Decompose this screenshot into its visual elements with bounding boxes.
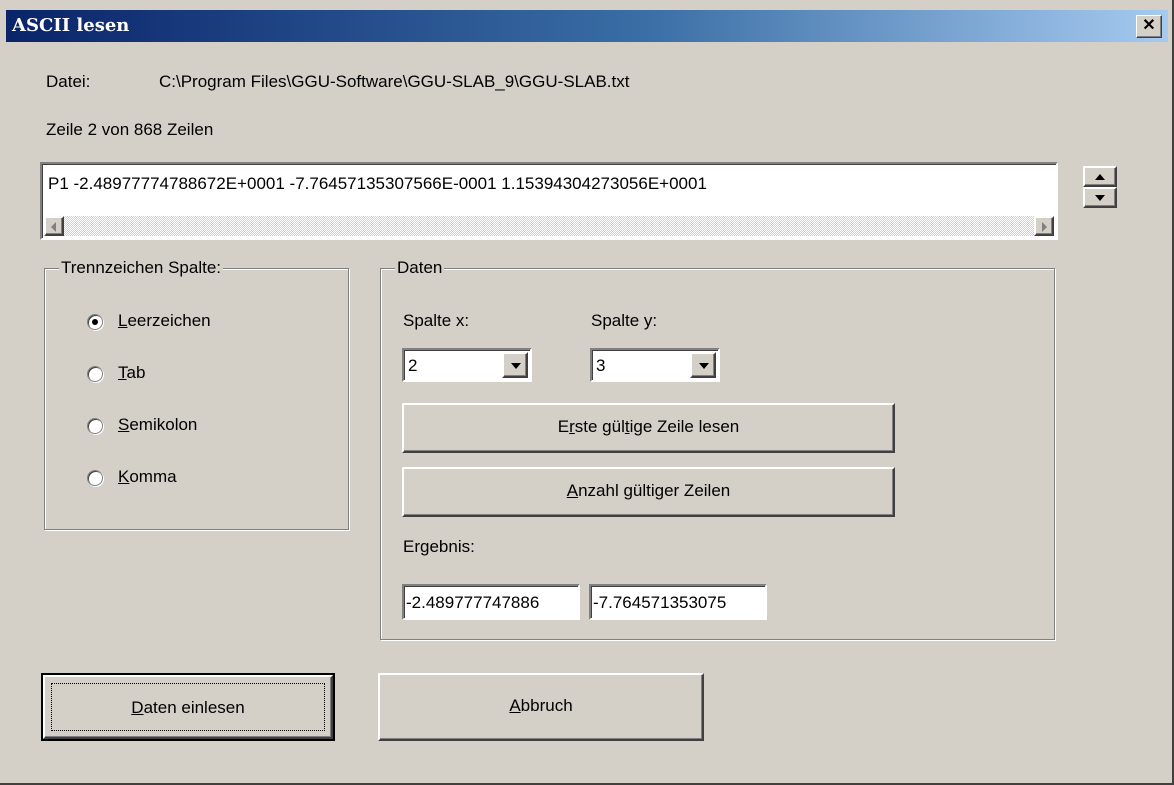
file-label: Datei: — [46, 72, 91, 91]
line-preview-text: P1 -2.48977774788672E+0001 -7.7645713530… — [48, 174, 707, 193]
column-y-label: Spalte y: — [591, 311, 658, 330]
line-info: Zeile 2 von 868 Zeilen — [46, 120, 214, 139]
cancel-button[interactable]: Abbruch — [378, 673, 704, 741]
data-group: Daten Spalte x: Spalte y: 2 3 Erste gült… — [380, 258, 1055, 640]
chevron-down-icon — [511, 363, 521, 369]
horizontal-scrollbar[interactable] — [44, 216, 1054, 236]
result-x-value: -2.489777747886 — [406, 593, 540, 612]
line-spinner[interactable] — [1083, 166, 1117, 208]
column-y-select[interactable]: 3 — [590, 348, 720, 382]
radio-tab-label: Tab — [118, 363, 146, 382]
chevron-down-icon — [699, 363, 709, 369]
read-data-button[interactable]: Daten einlesen — [41, 673, 335, 741]
arrow-up-icon — [1095, 174, 1105, 180]
spin-up-button[interactable] — [1083, 166, 1117, 187]
read-data-button-label: Daten einlesen — [51, 683, 325, 731]
close-icon: ✕ — [1142, 17, 1156, 34]
title-bar[interactable]: ASCII lesen ✕ — [6, 10, 1168, 42]
result-y-value: -7.764571353075 — [593, 593, 727, 612]
radio-indicator — [87, 366, 103, 382]
scroll-right-button[interactable] — [1034, 216, 1054, 236]
column-y-value: 3 — [596, 356, 606, 375]
radio-komma-label: Komma — [118, 467, 177, 486]
separator-group: Trennzeichen Spalte: Leerzeichen Tab Sem… — [44, 258, 349, 530]
file-path: C:\Program Files\GGU-Software\GGU-SLAB_9… — [159, 72, 630, 91]
radio-selected-dot — [92, 319, 98, 325]
column-x-dropdown-button[interactable] — [502, 352, 528, 378]
radio-indicator — [87, 470, 103, 486]
result-y-field[interactable]: -7.764571353075 — [589, 584, 767, 620]
count-valid-lines-button[interactable]: Anzahl gültiger Zeilen — [402, 467, 895, 517]
separator-group-title: Trennzeichen Spalte: — [59, 258, 224, 278]
arrow-right-icon — [1042, 222, 1047, 232]
dialog-window: ASCII lesen ✕ Datei: C:\Program Files\GG… — [0, 0, 1174, 785]
column-x-select[interactable]: 2 — [402, 348, 532, 382]
result-x-field[interactable]: -2.489777747886 — [402, 584, 580, 620]
window-title: ASCII lesen — [12, 15, 130, 36]
read-first-valid-line-button[interactable]: Erste gültige Zeile lesen — [402, 403, 895, 453]
scroll-left-button[interactable] — [44, 216, 64, 236]
column-x-value: 2 — [408, 356, 418, 375]
spin-down-button[interactable] — [1083, 187, 1117, 208]
radio-indicator — [87, 418, 103, 434]
arrow-down-icon — [1095, 195, 1105, 201]
column-y-dropdown-button[interactable] — [690, 352, 716, 378]
radio-indicator — [87, 314, 103, 330]
result-label: Ergebnis: — [403, 537, 475, 556]
radio-semikolon-label: Semikolon — [118, 415, 198, 434]
line-preview-box[interactable]: P1 -2.48977774788672E+0001 -7.7645713530… — [40, 162, 1058, 240]
column-x-label: Spalte x: — [403, 311, 470, 330]
radio-leerzeichen-label: Leerzeichen — [118, 311, 211, 330]
data-group-title: Daten — [395, 258, 445, 278]
arrow-left-icon — [51, 222, 56, 232]
close-button[interactable]: ✕ — [1136, 15, 1162, 38]
